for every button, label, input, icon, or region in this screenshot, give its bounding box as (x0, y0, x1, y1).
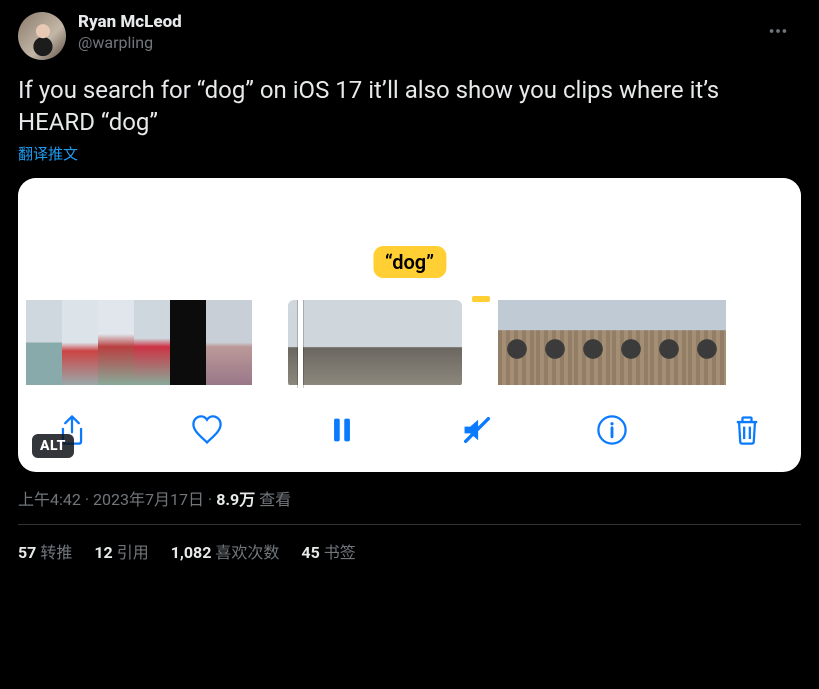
clip-thumb[interactable] (650, 300, 688, 385)
playhead-indicator[interactable] (298, 300, 303, 388)
clip-thumb[interactable] (62, 300, 98, 385)
clip-thumb[interactable] (536, 300, 574, 385)
info-button[interactable] (592, 410, 632, 450)
user-name-block[interactable]: Ryan McLeod @warpling (78, 12, 182, 53)
views-count: 8.9万 (216, 490, 255, 509)
mute-button[interactable] (457, 410, 497, 450)
clip-group-1[interactable] (26, 300, 252, 388)
avatar[interactable] (18, 12, 66, 60)
tweet-time: 上午4:42 (18, 490, 81, 509)
more-options-button[interactable] (761, 14, 795, 48)
views-label: 查看 (259, 490, 291, 509)
alt-text-badge[interactable]: ALT (32, 434, 74, 458)
clip-group-2-active[interactable] (288, 300, 462, 388)
delete-button[interactable] (727, 410, 767, 450)
clip-thumb[interactable] (422, 300, 462, 385)
quotes-stat[interactable]: 12引用 (94, 539, 148, 563)
tweet-meta[interactable]: 上午4:42·2023年7月17日·8.9万 查看 (18, 486, 801, 525)
video-clips-scrubber[interactable] (18, 278, 801, 388)
tweet-container: Ryan McLeod @warpling If you search for … (0, 0, 819, 689)
clip-thumb[interactable] (26, 300, 62, 385)
media-header-area: “dog” (18, 178, 801, 278)
clip-thumb[interactable] (574, 300, 612, 385)
info-icon (595, 413, 629, 447)
retweets-stat[interactable]: 57转推 (18, 539, 72, 563)
highlight-marker (472, 296, 490, 302)
pause-icon (325, 413, 359, 447)
clip-thumb[interactable] (612, 300, 650, 385)
tweet-stats-row: 57转推 12引用 1,082喜欢次数 45书签 (18, 525, 801, 563)
tweet-text: If you search for “dog” on iOS 17 it’ll … (18, 74, 801, 139)
translate-tweet-link[interactable]: 翻译推文 (18, 143, 801, 164)
clip-thumb[interactable] (498, 300, 536, 385)
clip-group-3[interactable] (498, 300, 726, 388)
heart-icon (190, 413, 224, 447)
trash-icon (730, 413, 764, 447)
search-highlight-label: “dog” (373, 246, 446, 278)
clip-thumb[interactable] (688, 300, 726, 385)
tweet-date: 2023年7月17日 (93, 490, 204, 509)
embedded-media-card[interactable]: “dog” (18, 178, 801, 472)
bookmarks-stat[interactable]: 45书签 (301, 539, 355, 563)
clip-thumb[interactable] (134, 300, 170, 385)
clip-thumb[interactable] (382, 300, 422, 385)
display-name: Ryan McLeod (78, 12, 182, 33)
media-toolbar (18, 388, 801, 458)
likes-stat[interactable]: 1,082喜欢次数 (171, 539, 280, 563)
clip-thumb[interactable] (206, 300, 252, 385)
volume-mute-icon (460, 413, 494, 447)
clip-thumb[interactable] (342, 300, 382, 385)
clip-thumb[interactable] (302, 300, 342, 385)
pause-button[interactable] (322, 410, 362, 450)
user-handle: @warpling (78, 33, 182, 53)
clip-thumb[interactable] (170, 300, 206, 385)
tweet-header: Ryan McLeod @warpling (18, 12, 801, 60)
like-button[interactable] (187, 410, 227, 450)
clip-thumb[interactable] (98, 300, 134, 385)
